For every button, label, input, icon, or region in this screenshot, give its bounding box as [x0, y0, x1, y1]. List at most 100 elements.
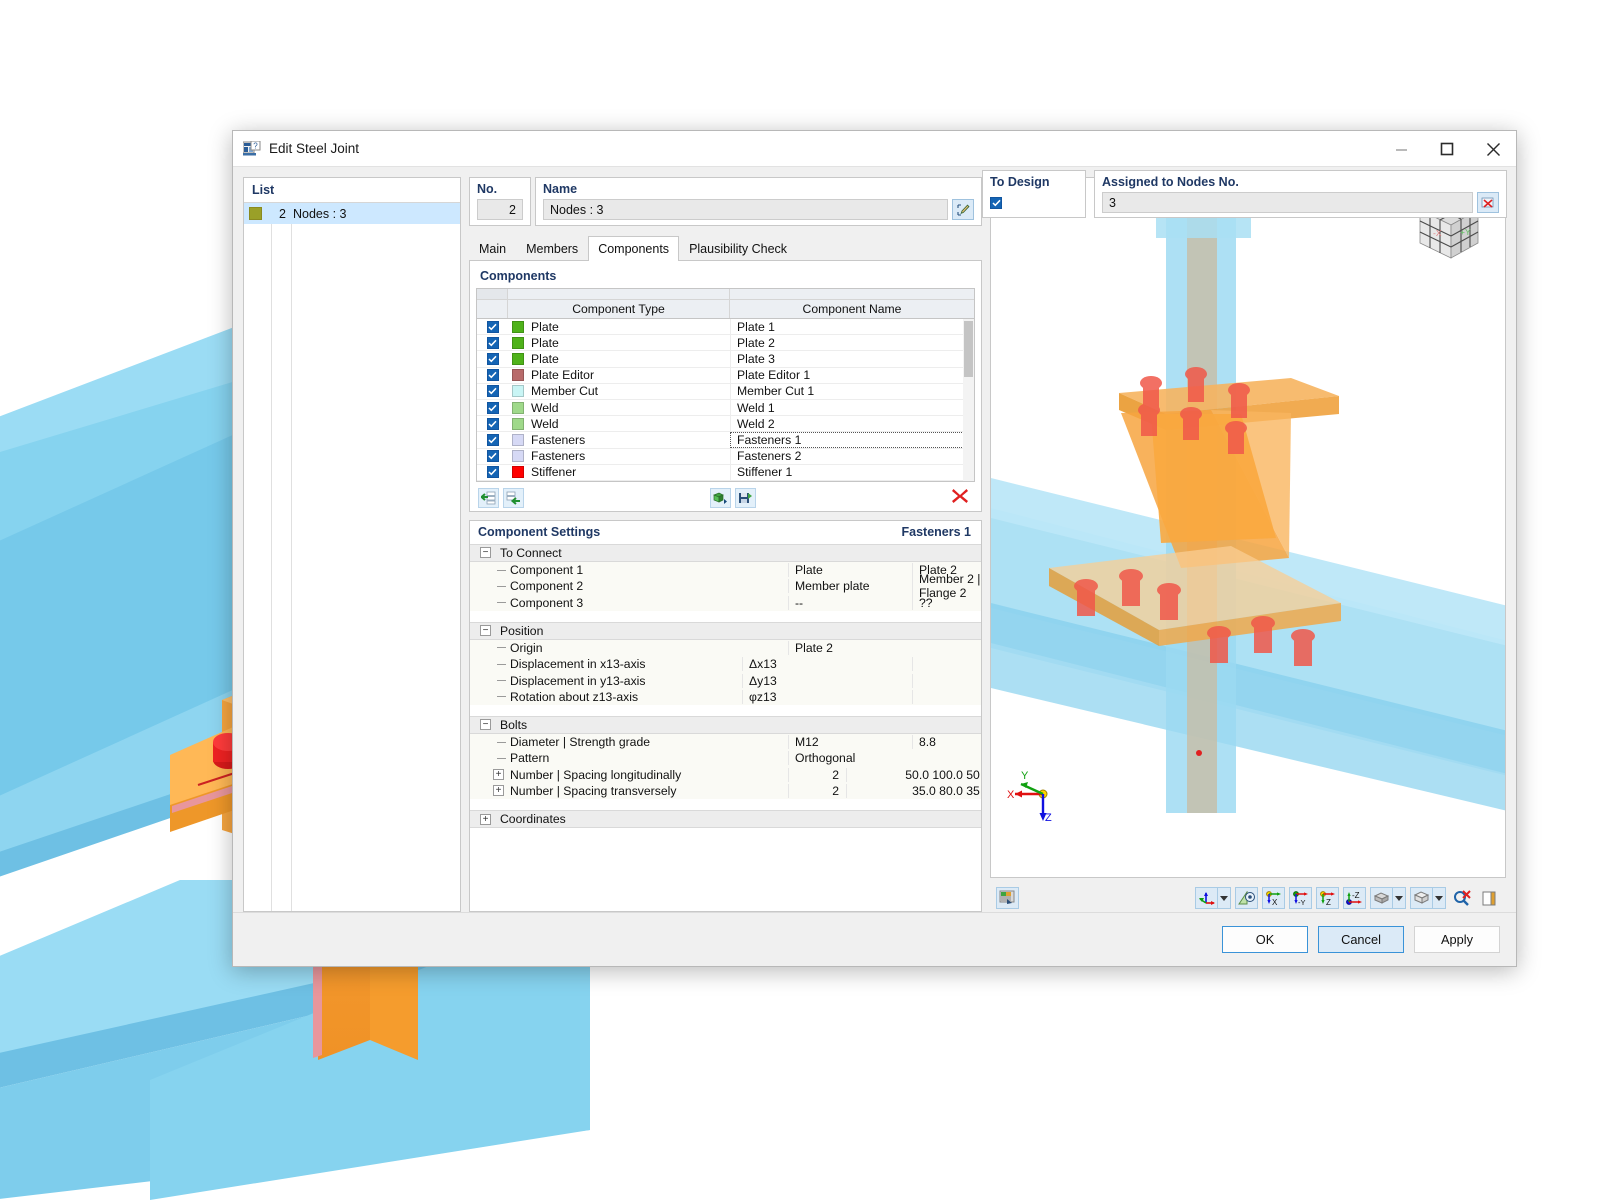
- settings-row-numeric-value[interactable]: 0.0: [912, 657, 981, 672]
- to-design-checkbox[interactable]: [990, 197, 1002, 209]
- cell-component-name[interactable]: Plate Editor 1: [730, 367, 974, 383]
- table-row[interactable]: Weld Weld 1: [477, 399, 974, 417]
- settings-row-value-1[interactable]: Orthogonal: [788, 751, 912, 766]
- table-row[interactable]: Member Cut Member Cut 1: [477, 383, 974, 400]
- settings-row[interactable]: Component 1 Plate Plate 2: [470, 561, 981, 579]
- reset-zoom-icon[interactable]: [1450, 887, 1473, 909]
- row-checkbox[interactable]: [486, 466, 499, 479]
- ok-button[interactable]: OK: [1222, 926, 1308, 953]
- settings-row[interactable]: Component 3 --??: [470, 594, 981, 611]
- row-checkbox[interactable]: [486, 385, 499, 398]
- collapse-icon[interactable]: −: [480, 625, 491, 637]
- render-mode-icon[interactable]: [1370, 887, 1393, 909]
- row-checkbox[interactable]: [486, 336, 499, 349]
- toggle-panel-icon[interactable]: [1477, 887, 1500, 909]
- chevron-down-icon[interactable]: [1433, 887, 1446, 909]
- insert-component-icon[interactable]: [478, 488, 499, 509]
- table-row[interactable]: Plate Editor Plate Editor 1: [477, 367, 974, 384]
- settings-row-count[interactable]: 2: [788, 767, 846, 782]
- table-row[interactable]: Plate Plate 1: [477, 319, 974, 336]
- tab-members[interactable]: Members: [516, 236, 588, 261]
- table-row[interactable]: Plate Plate 2: [477, 335, 974, 352]
- settings-row[interactable]: Diameter | Strength grade M12 8.8: [470, 733, 981, 751]
- row-checkbox[interactable]: [486, 433, 499, 446]
- settings-group-bolts[interactable]: − Bolts: [470, 715, 981, 734]
- cell-component-name[interactable]: Weld 1: [730, 399, 974, 416]
- cell-component-name[interactable]: Fasteners 2: [730, 448, 974, 464]
- settings-group-position[interactable]: − Position: [470, 621, 981, 640]
- settings-row-value-1[interactable]: Member plate: [788, 579, 912, 594]
- assigned-nodes-input[interactable]: 3: [1102, 192, 1473, 213]
- settings-row[interactable]: Rotation about z13-axisφz130.0deg: [470, 688, 981, 705]
- settings-row-value-1[interactable]: Plate: [788, 563, 912, 578]
- expand-icon[interactable]: +: [470, 769, 510, 781]
- settings-row-spacing-value[interactable]: 35.0 80.0 35.0: [846, 783, 981, 798]
- settings-row[interactable]: + Number | Spacing transversely 2 35.0 80.0…: [470, 782, 981, 800]
- components-table-scrollbar[interactable]: [963, 319, 974, 481]
- joint-number-input[interactable]: 2: [477, 199, 523, 220]
- close-button[interactable]: [1470, 131, 1516, 167]
- joint-name-input[interactable]: Nodes : 3: [543, 199, 948, 220]
- export-component-icon[interactable]: [735, 488, 756, 509]
- settings-row[interactable]: Displacement in y13-axisΔy130.0mm: [470, 672, 981, 689]
- cancel-button[interactable]: Cancel: [1318, 926, 1404, 953]
- tab-plausibility-check[interactable]: Plausibility Check: [679, 236, 797, 261]
- row-checkbox[interactable]: [486, 450, 499, 463]
- settings-row-value-1[interactable]: Plate 2: [788, 640, 912, 655]
- settings-row-numeric-value[interactable]: 0.0: [912, 689, 981, 704]
- duplicate-component-icon[interactable]: [503, 488, 524, 509]
- table-row[interactable]: Fasteners Fasteners 2: [477, 448, 974, 465]
- settings-row[interactable]: Origin Plate 2: [470, 639, 981, 657]
- row-checkbox[interactable]: [486, 417, 499, 430]
- cell-component-name[interactable]: Stiffener 1: [730, 464, 974, 480]
- maximize-button[interactable]: [1424, 131, 1470, 167]
- settings-row-value-1[interactable]: M12: [788, 735, 912, 750]
- row-checkbox[interactable]: [486, 352, 499, 365]
- minimize-button[interactable]: [1378, 131, 1424, 167]
- chevron-down-icon[interactable]: [1218, 887, 1231, 909]
- cell-component-name[interactable]: Member Cut 1: [730, 383, 974, 399]
- row-checkbox[interactable]: [486, 320, 499, 333]
- list-item-nodes-3[interactable]: 2 Nodes : 3: [244, 203, 460, 224]
- table-row[interactable]: Fasteners Fasteners 1: [477, 432, 974, 449]
- settings-row[interactable]: Component 2 Member plate Member 2 | Flange…: [470, 572, 981, 601]
- settings-row[interactable]: Displacement in x13-axisΔx130.0mm: [470, 656, 981, 673]
- row-checkbox[interactable]: [486, 401, 499, 414]
- view-direction-icon[interactable]: [1235, 887, 1258, 909]
- pick-node-icon[interactable]: [1477, 192, 1499, 213]
- tab-main[interactable]: Main: [469, 236, 516, 261]
- expand-icon[interactable]: +: [480, 813, 491, 825]
- settings-row[interactable]: + Number | Spacing longitudinally 2 50.0 10…: [470, 766, 981, 783]
- collapse-icon[interactable]: −: [480, 547, 491, 559]
- settings-row-value-2[interactable]: ??: [912, 595, 981, 610]
- table-row[interactable]: Plate Plate 3: [477, 351, 974, 368]
- viewport-3d[interactable]: -X +Y +Z X: [990, 177, 1506, 878]
- cell-component-name[interactable]: Plate 3: [730, 351, 974, 367]
- settings-row-count[interactable]: 2: [788, 783, 846, 798]
- isometric-view-icon[interactable]: [1195, 887, 1218, 909]
- view-in-y-icon[interactable]: -Y: [1289, 887, 1312, 909]
- tab-components[interactable]: Components: [588, 236, 680, 261]
- delete-component-icon[interactable]: [949, 486, 971, 506]
- display-mode-control[interactable]: [1410, 887, 1446, 909]
- isometric-view-control[interactable]: [1195, 887, 1231, 909]
- collapse-icon[interactable]: −: [480, 719, 491, 731]
- display-mode-icon[interactable]: [1410, 887, 1433, 909]
- settings-row-spacing-value[interactable]: 50.0 100.0 50.0: [846, 767, 981, 782]
- view-against-z-icon[interactable]: -Z: [1343, 887, 1366, 909]
- settings-row-numeric-value[interactable]: 0.0: [912, 673, 981, 688]
- apply-button[interactable]: Apply: [1414, 926, 1500, 953]
- cell-component-name[interactable]: Plate 1: [730, 319, 974, 335]
- cell-component-name-editing[interactable]: Fasteners 1: [730, 432, 972, 448]
- view-in-z-icon[interactable]: Z: [1316, 887, 1339, 909]
- scrollbar-thumb[interactable]: [964, 321, 973, 377]
- table-row[interactable]: Stiffener Stiffener 1: [477, 464, 974, 481]
- settings-group-coordinates[interactable]: + Coordinates: [470, 810, 981, 829]
- edit-pencil-icon[interactable]: [952, 199, 974, 220]
- settings-row-value-1[interactable]: --: [788, 595, 912, 610]
- cell-component-name[interactable]: Weld 2: [730, 416, 974, 432]
- import-component-icon[interactable]: [710, 488, 731, 509]
- render-settings-icon[interactable]: [996, 887, 1019, 909]
- settings-group-to-connect[interactable]: − To Connect: [470, 543, 981, 562]
- settings-row-value-2[interactable]: 8.8: [912, 735, 981, 750]
